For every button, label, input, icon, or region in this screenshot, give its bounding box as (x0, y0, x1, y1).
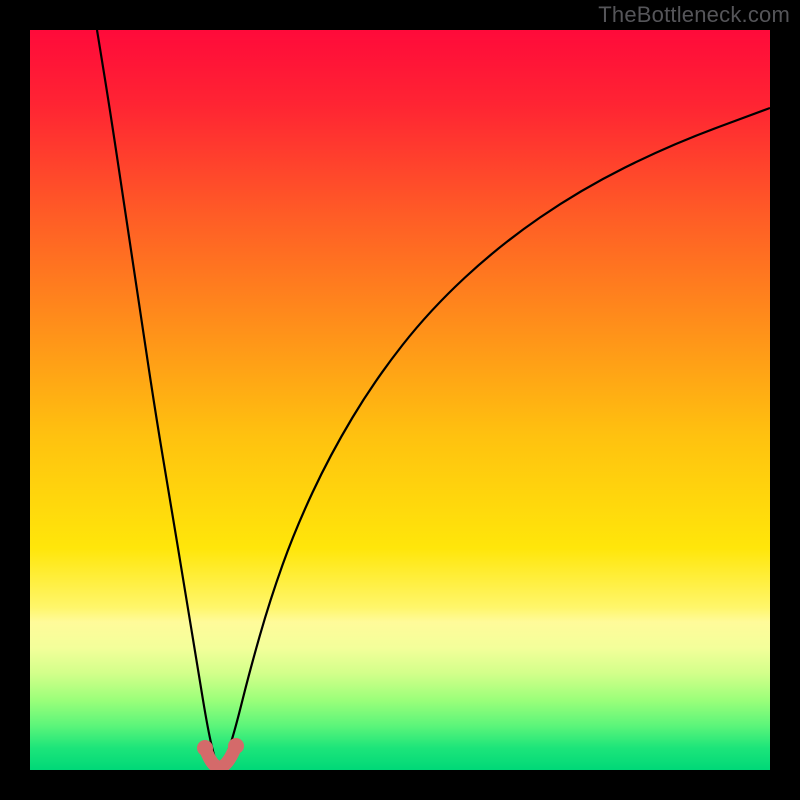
watermark-text: TheBottleneck.com (598, 2, 790, 28)
optimum-marker-cap-left (197, 740, 213, 756)
optimum-marker-cap-right (228, 738, 244, 754)
chart-stage: TheBottleneck.com (0, 0, 800, 800)
chart-svg (0, 0, 800, 800)
gradient-panel (30, 30, 770, 770)
